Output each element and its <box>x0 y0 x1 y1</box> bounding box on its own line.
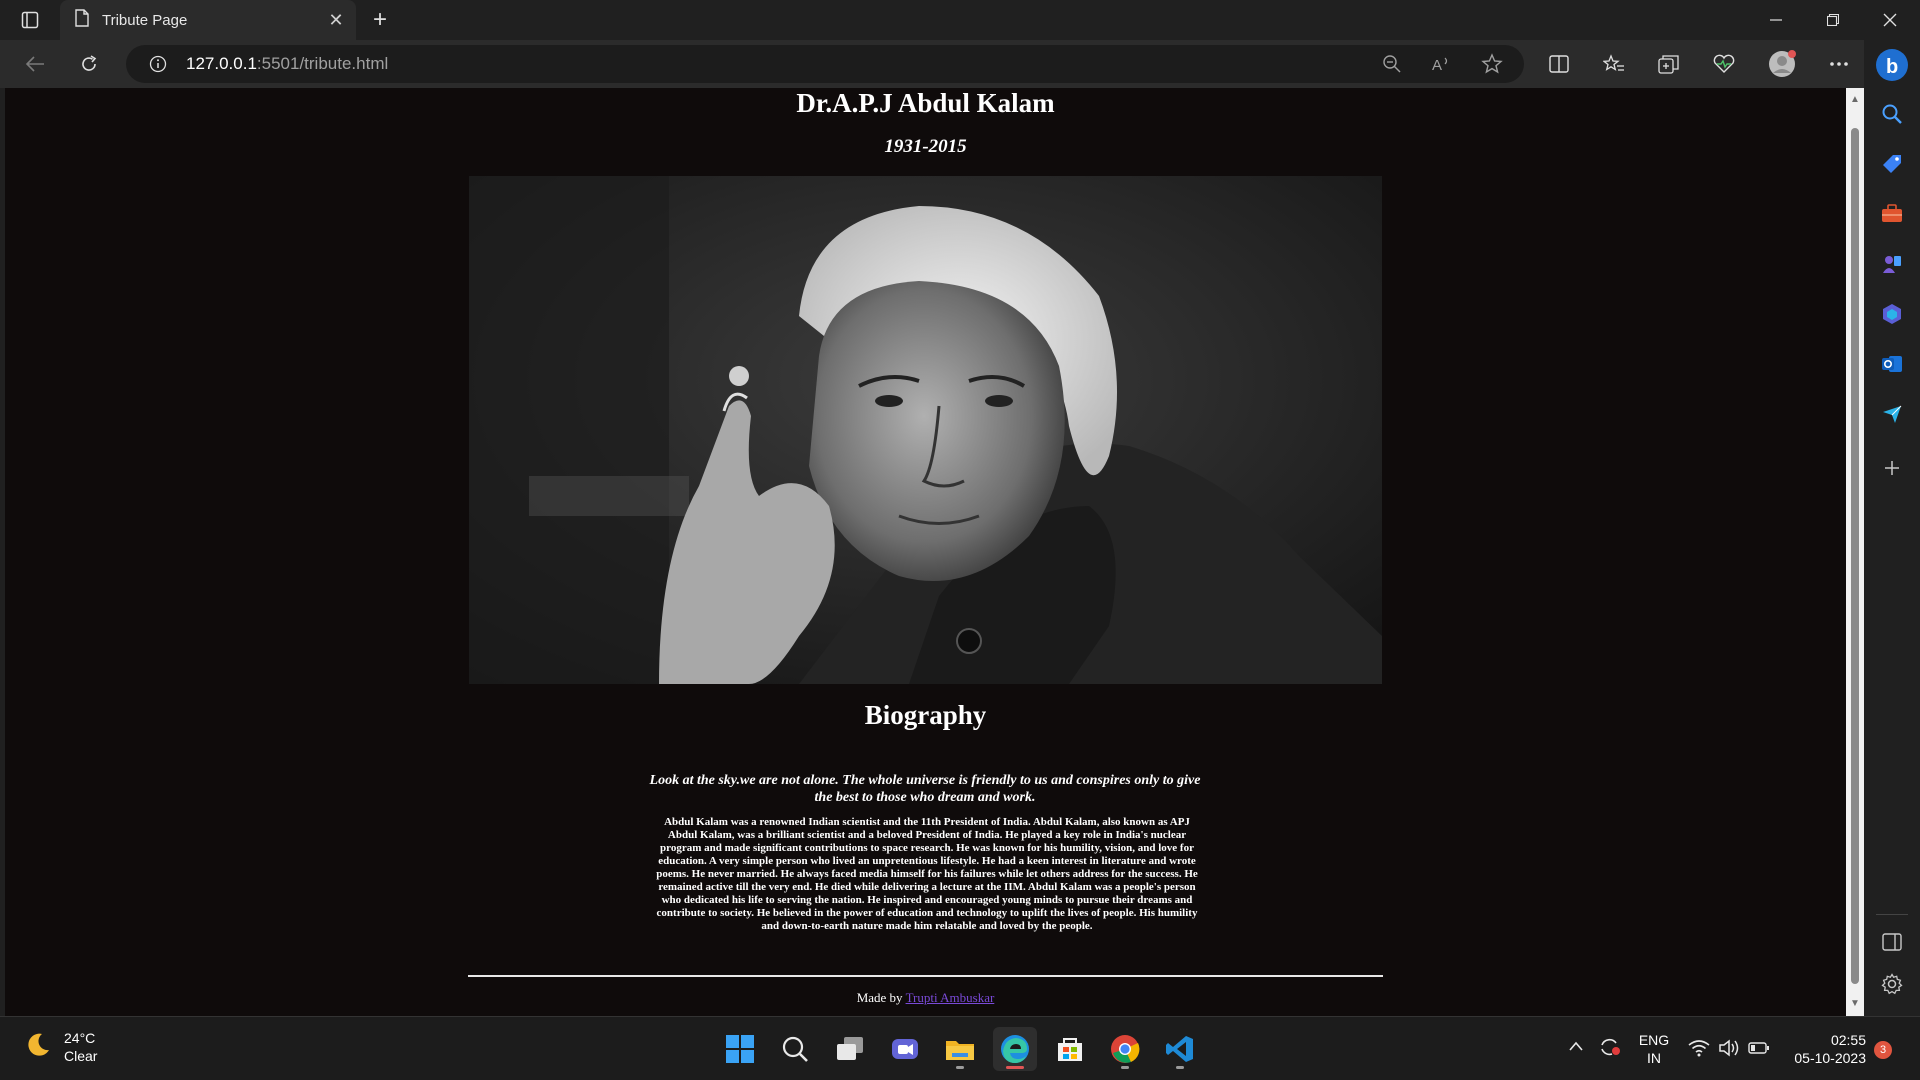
scroll-down-arrow-icon[interactable]: ▼ <box>1849 998 1861 1010</box>
zoom-out-icon[interactable] <box>1380 52 1404 76</box>
svg-text:b: b <box>1886 56 1898 78</box>
sync-status-icon[interactable] <box>1598 1035 1622 1062</box>
close-window-button[interactable] <box>1862 0 1918 40</box>
read-aloud-icon[interactable]: A <box>1430 52 1454 76</box>
file-explorer-icon[interactable] <box>938 1027 982 1071</box>
edge-sidebar: b <box>1864 40 1920 1016</box>
weather-widget[interactable]: 24°C Clear <box>22 1029 97 1065</box>
biography-heading: Biography <box>864 700 987 730</box>
favorites-icon[interactable] <box>1597 48 1631 80</box>
restore-button[interactable] <box>1805 0 1861 40</box>
battery-icon[interactable] <box>1748 1041 1770 1060</box>
chrome-icon[interactable] <box>1103 1027 1147 1071</box>
tab-actions-icon[interactable] <box>14 8 46 32</box>
page-icon <box>74 8 90 32</box>
running-indicator <box>1176 1066 1184 1069</box>
start-button-windows-icon[interactable] <box>718 1027 762 1071</box>
author-link[interactable]: Trupti Ambuskar <box>906 990 995 1005</box>
split-screen-icon[interactable] <box>1542 48 1576 80</box>
site-info-icon[interactable] <box>146 52 170 76</box>
moon-icon <box>22 1030 52 1065</box>
footer-divider <box>468 975 1383 977</box>
show-hidden-icons-chevron-icon[interactable] <box>1568 1039 1584 1057</box>
biography-text: Abdul Kalam was a renowned Indian scient… <box>656 816 1198 932</box>
sidebar-divider <box>1876 914 1908 915</box>
microsoft-365-icon[interactable] <box>1878 300 1906 328</box>
refresh-icon[interactable] <box>72 48 106 80</box>
running-indicator <box>1121 1066 1129 1069</box>
taskbar-search-icon[interactable] <box>773 1027 817 1071</box>
life-dates: 1931-2015 <box>884 136 967 157</box>
kalam-quote: Look at the sky.we are not alone. The wh… <box>649 773 1201 805</box>
add-app-icon[interactable] <box>1878 454 1906 482</box>
notification-badge[interactable]: 3 <box>1874 1041 1892 1059</box>
address-bar[interactable]: 127.0.0.1:5501/tribute.html A <box>126 45 1524 83</box>
clock-time: 02:55 <box>1830 1032 1866 1048</box>
browser-toolbar: 127.0.0.1:5501/tribute.html A <box>0 40 1920 88</box>
svg-text:A: A <box>1432 57 1442 74</box>
volume-icon[interactable] <box>1718 1038 1740 1063</box>
shopping-tag-icon[interactable] <box>1878 150 1906 178</box>
vscode-icon[interactable] <box>1158 1027 1202 1071</box>
bing-copilot-icon[interactable]: b <box>1875 48 1909 82</box>
footer-prefix: Made by <box>856 990 903 1005</box>
favorite-star-icon[interactable] <box>1480 52 1504 76</box>
new-tab-button[interactable]: + <box>366 6 394 34</box>
clock-date: 05-10-2023 <box>1794 1050 1866 1066</box>
teams-chat-icon[interactable] <box>883 1027 927 1071</box>
web-page-viewport: Dr.A.P.J Abdul Kalam 1931-2015 Biography… <box>5 88 1846 1016</box>
active-indicator <box>1006 1066 1024 1069</box>
collections-icon[interactable] <box>1652 48 1686 80</box>
weather-temperature: 24°C <box>64 1030 96 1046</box>
title-bar: Tribute Page ✕ + <box>0 0 1920 40</box>
task-view-icon[interactable] <box>828 1027 872 1071</box>
clock[interactable]: 02:55 05-10-2023 <box>1784 1031 1866 1067</box>
portrait-image <box>469 176 1382 684</box>
more-options-icon[interactable] <box>1822 48 1856 80</box>
edge-browser-icon[interactable] <box>993 1027 1037 1071</box>
games-icon[interactable] <box>1878 250 1906 278</box>
microsoft-store-icon[interactable] <box>1048 1027 1092 1071</box>
drop-send-icon[interactable] <box>1878 400 1906 428</box>
back-icon[interactable] <box>18 48 52 80</box>
profile-avatar-icon[interactable] <box>1765 48 1799 80</box>
sidebar-settings-gear-icon[interactable] <box>1878 970 1906 998</box>
portrait-illustration <box>469 176 1382 684</box>
minimize-button[interactable] <box>1748 0 1804 40</box>
tools-briefcase-icon[interactable] <box>1878 200 1906 228</box>
page-footer: Made by Trupti Ambuskar <box>5 990 1846 1006</box>
close-tab-icon[interactable]: ✕ <box>322 6 350 34</box>
running-indicator <box>956 1066 964 1069</box>
hide-sidebar-icon[interactable] <box>1878 928 1906 956</box>
weather-condition: Clear <box>64 1048 98 1064</box>
page-scrollbar[interactable]: ▲ ▼ <box>1846 88 1864 1016</box>
language-indicator[interactable]: ENG IN <box>1634 1031 1674 1067</box>
browser-tab[interactable]: Tribute Page ✕ <box>60 0 356 40</box>
url-text[interactable]: 127.0.0.1:5501/tribute.html <box>186 45 388 83</box>
browser-essentials-icon[interactable] <box>1707 48 1741 80</box>
page-title: Dr.A.P.J Abdul Kalam <box>796 88 1055 118</box>
wifi-icon[interactable] <box>1688 1039 1710 1062</box>
scroll-up-arrow-icon[interactable]: ▲ <box>1849 94 1861 106</box>
windows-taskbar: 24°C Clear ENG IN 02:55 05-10-2023 3 <box>0 1016 1920 1080</box>
scroll-thumb[interactable] <box>1851 128 1859 984</box>
search-icon[interactable] <box>1878 100 1906 128</box>
outlook-icon[interactable] <box>1878 350 1906 378</box>
tab-title: Tribute Page <box>102 11 188 29</box>
